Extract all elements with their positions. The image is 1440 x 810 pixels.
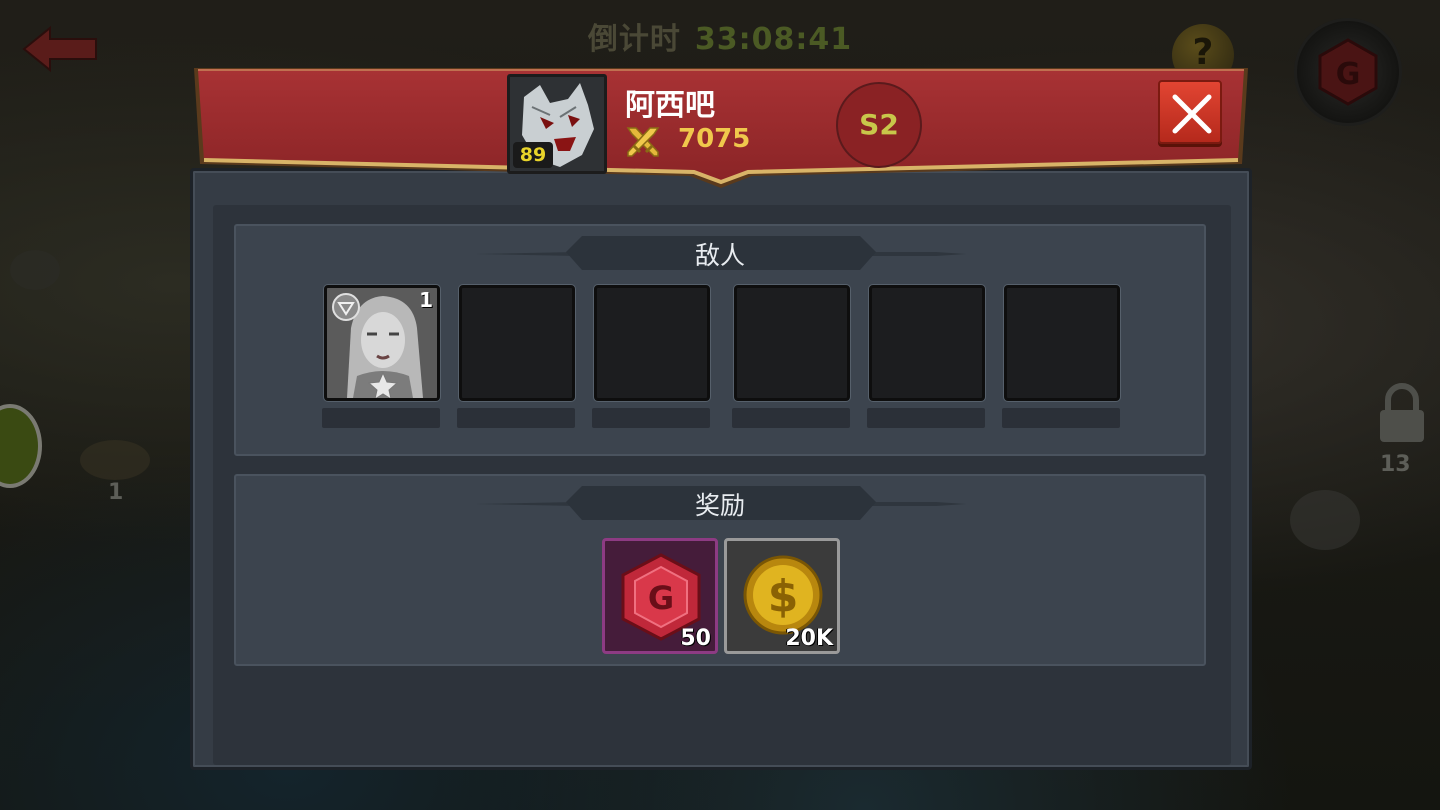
gem-shop-button[interactable]: G — [1294, 18, 1402, 126]
star-icon — [368, 371, 398, 398]
svg-text:$: $ — [768, 571, 799, 622]
enemy-hero-slot[interactable]: 1 — [324, 285, 440, 401]
close-icon — [1172, 94, 1212, 134]
season-badge: S2 — [836, 82, 922, 168]
opponent-avatar: 89 — [507, 74, 607, 174]
lock-count: 13 — [1380, 452, 1411, 477]
empty-hero-slot — [594, 285, 710, 401]
map-chest — [1290, 490, 1360, 550]
empty-hero-slot — [869, 285, 985, 401]
enemy-section: 敌人 1 — [234, 224, 1206, 456]
svg-text:G: G — [1336, 57, 1361, 92]
reward-gem[interactable]: G 50 — [602, 538, 718, 654]
hero-class-icon — [332, 293, 360, 321]
reward-section-header: 奖励 — [236, 482, 1208, 522]
slot-name-bar — [867, 408, 985, 428]
slot-name-bar — [457, 408, 575, 428]
slot-name-bar — [732, 408, 850, 428]
reward-section-title: 奖励 — [694, 491, 745, 520]
svg-text:G: G — [648, 579, 674, 617]
gem-icon: G — [1318, 38, 1378, 106]
map-node — [80, 440, 150, 480]
empty-hero-slot — [459, 285, 575, 401]
opponent-level-badge: 89 — [513, 142, 553, 168]
reward-section: 奖励 G 50 $ 20K — [234, 474, 1206, 666]
opponent-power: 7075 — [678, 124, 751, 154]
reward-gem-amount: 50 — [680, 626, 711, 651]
reward-gold-amount: 20K — [785, 626, 833, 651]
enemy-section-title: 敌人 — [694, 241, 745, 270]
opponent-name: 阿西吧 — [625, 88, 715, 123]
close-button[interactable] — [1158, 80, 1222, 144]
slot-name-bar — [592, 408, 710, 428]
map-node-number: 1 — [108, 480, 124, 505]
map-barrels — [10, 250, 60, 290]
lock-icon — [1380, 383, 1424, 442]
countdown-label: 倒计时 — [587, 22, 681, 57]
empty-hero-slot — [1004, 285, 1120, 401]
slot-name-bar — [322, 408, 440, 428]
enemy-section-header: 敌人 — [236, 232, 1208, 272]
countdown-time: 33:08:41 — [694, 22, 853, 57]
slot-name-bar — [1002, 408, 1120, 428]
empty-hero-slot — [734, 285, 850, 401]
crossed-swords-power-icon — [626, 127, 660, 157]
hero-count: 1 — [419, 288, 433, 312]
reward-gold[interactable]: $ 20K — [724, 538, 840, 654]
